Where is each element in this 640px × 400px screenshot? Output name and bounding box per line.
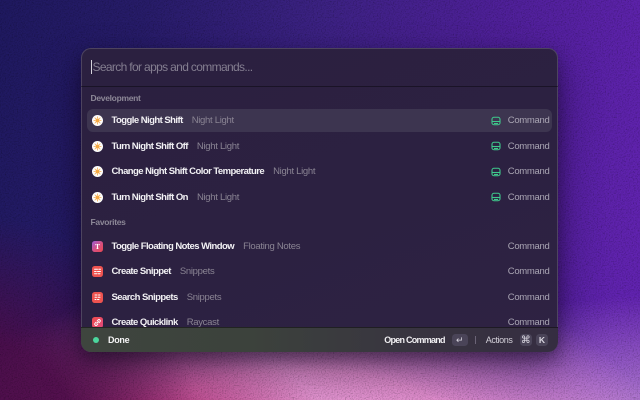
svg-text:T: T — [94, 242, 99, 251]
